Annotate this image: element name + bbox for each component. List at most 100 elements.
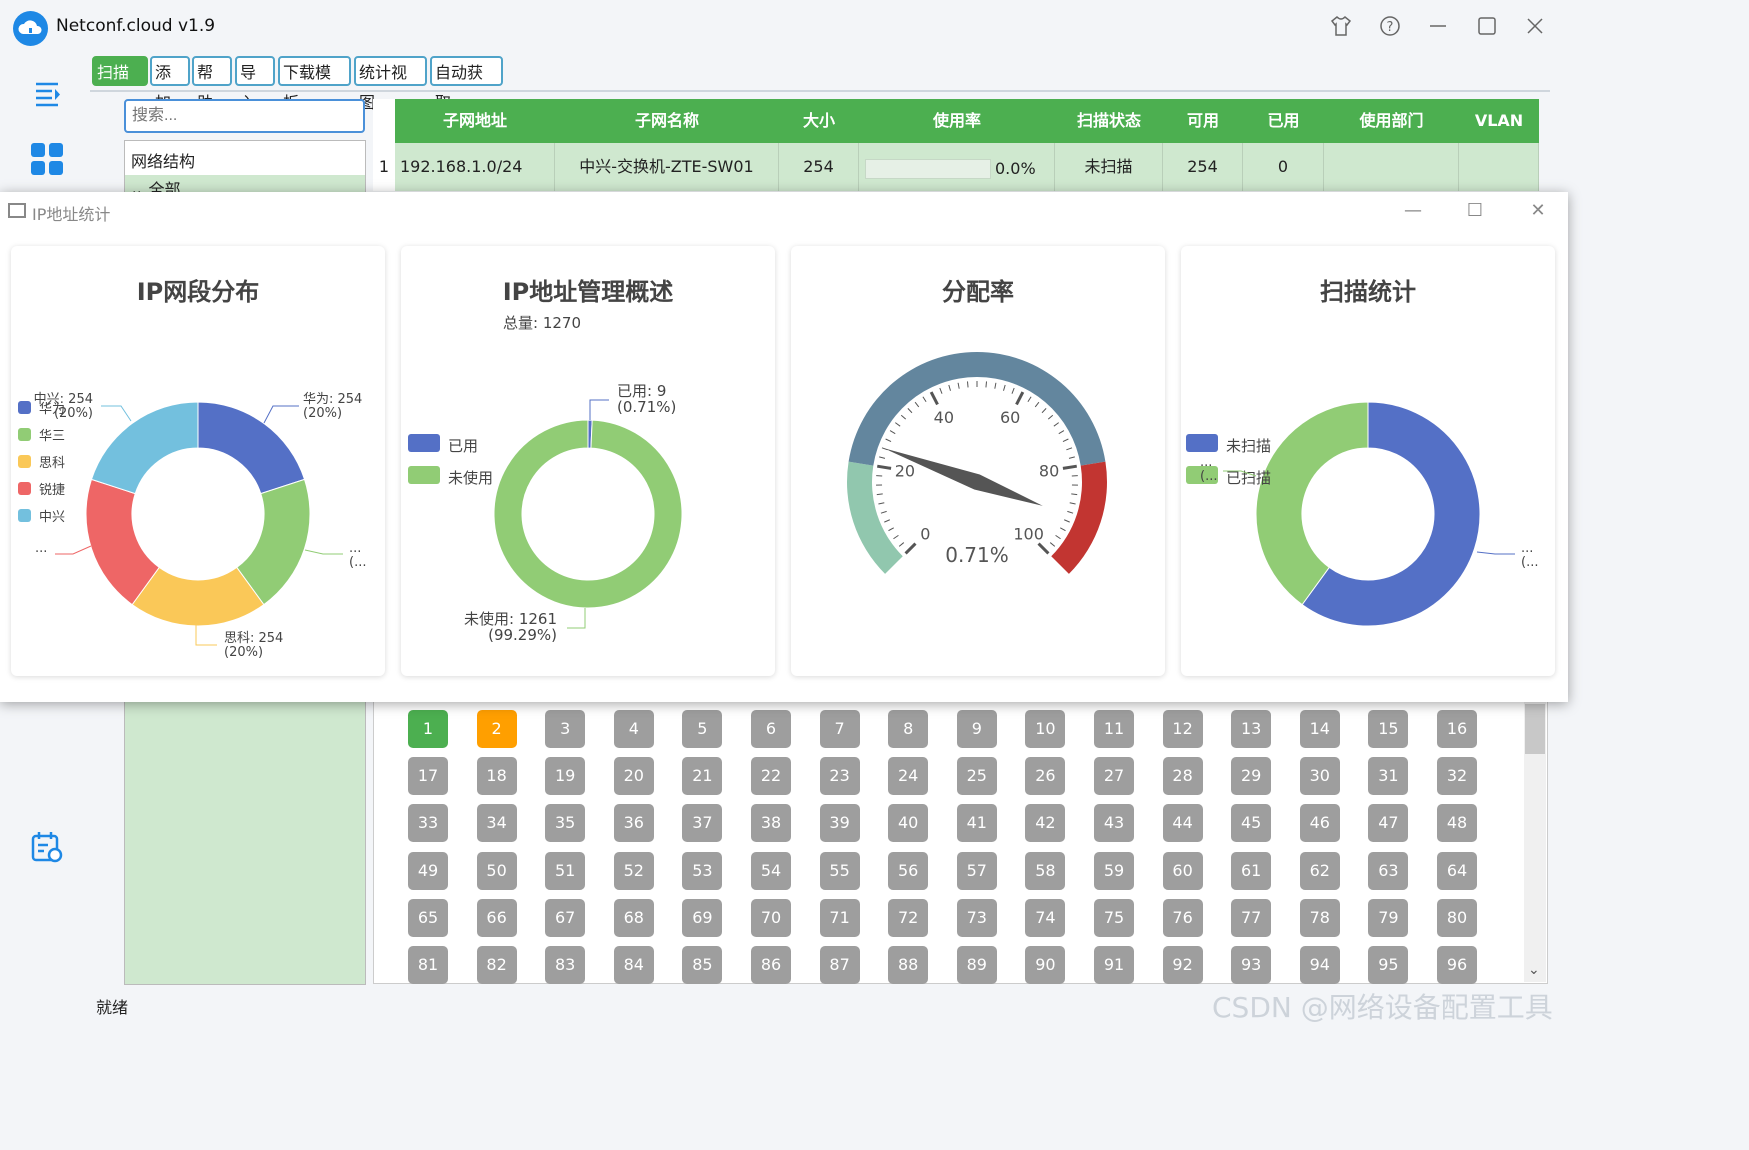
auto-fetch-button[interactable]: 自动获取	[430, 56, 503, 112]
ip-cell[interactable]: 56	[888, 851, 929, 890]
ip-cell[interactable]: 4	[613, 710, 654, 748]
minimize-icon[interactable]	[1425, 14, 1451, 40]
cell-scan-status[interactable]: 未扫描	[1055, 143, 1163, 191]
ip-cell[interactable]: 3	[545, 710, 586, 748]
ip-cell[interactable]: 86	[751, 946, 791, 984]
ip-cell[interactable]: 60	[1162, 851, 1203, 890]
ip-cell[interactable]: 68	[613, 898, 654, 937]
import-button[interactable]: 导入	[235, 56, 275, 112]
cell-usage[interactable]: 0.0%	[859, 143, 1055, 191]
ip-cell[interactable]: 10	[1025, 710, 1066, 748]
col-header-usage[interactable]: 使用率	[859, 99, 1055, 143]
help-button[interactable]: 帮助	[192, 56, 232, 112]
ip-cell[interactable]: 81	[408, 946, 448, 984]
ip-cell[interactable]: 34	[476, 804, 517, 843]
ip-cell[interactable]: 39	[819, 804, 860, 843]
ip-cell[interactable]: 76	[1162, 898, 1203, 937]
col-header-available[interactable]: 可用	[1163, 99, 1243, 143]
ip-cell[interactable]: 91	[1094, 946, 1134, 984]
ip-cell[interactable]: 78	[1299, 898, 1340, 937]
ip-cell[interactable]: 83	[545, 946, 586, 984]
help-icon[interactable]: ?	[1377, 14, 1403, 40]
ip-cell[interactable]: 22	[751, 757, 791, 796]
ip-cell[interactable]: 93	[1231, 946, 1272, 984]
ip-cell[interactable]: 80	[1437, 898, 1477, 937]
maximize-icon[interactable]	[1474, 14, 1500, 40]
ip-cell[interactable]: 59	[1094, 851, 1134, 890]
ip-cell[interactable]: 55	[819, 851, 860, 890]
col-header-used[interactable]: 已用	[1243, 99, 1324, 143]
cell-vlan[interactable]	[1459, 143, 1539, 191]
ip-cell[interactable]: 72	[888, 898, 929, 937]
col-header-name[interactable]: 子网名称	[555, 99, 779, 143]
ip-cell[interactable]: 51	[545, 851, 586, 890]
ip-cell[interactable]: 14	[1299, 710, 1340, 748]
ip-cell[interactable]: 52	[613, 851, 654, 890]
ip-cell[interactable]: 95	[1368, 946, 1409, 984]
maximize-icon[interactable]: ☐	[1460, 196, 1490, 226]
ip-cell[interactable]: 77	[1231, 898, 1272, 937]
ip-cell[interactable]: 11	[1094, 710, 1134, 748]
ip-cell[interactable]: 89	[956, 946, 997, 984]
ip-cell[interactable]: 17	[408, 757, 448, 796]
ip-cell[interactable]: 90	[1025, 946, 1066, 984]
ip-cell[interactable]: 66	[476, 898, 517, 937]
ip-cell[interactable]: 85	[682, 946, 723, 984]
ip-cell[interactable]: 73	[956, 898, 997, 937]
download-template-button[interactable]: 下载模板	[278, 56, 351, 112]
ip-cell[interactable]: 47	[1368, 804, 1409, 843]
ip-cell[interactable]: 82	[476, 946, 517, 984]
ip-cell[interactable]: 58	[1025, 851, 1066, 890]
ip-cell[interactable]: 8	[888, 710, 929, 748]
ip-cell[interactable]: 37	[682, 804, 723, 843]
dashboard-icon[interactable]	[30, 142, 64, 176]
ip-cell[interactable]: 62	[1299, 851, 1340, 890]
ip-cell[interactable]: 27	[1094, 757, 1134, 796]
ip-cell[interactable]: 36	[613, 804, 654, 843]
ip-cell[interactable]: 48	[1437, 804, 1477, 843]
ip-cell[interactable]: 88	[888, 946, 929, 984]
cell-used[interactable]: 0	[1243, 143, 1324, 191]
ip-cell[interactable]: 64	[1437, 851, 1477, 890]
ip-cell[interactable]: 67	[545, 898, 586, 937]
ip-cell[interactable]: 75	[1094, 898, 1134, 937]
cell-available[interactable]: 254	[1163, 143, 1243, 191]
ip-cell[interactable]: 30	[1299, 757, 1340, 796]
ip-cell[interactable]: 6	[751, 710, 791, 748]
scroll-down-icon[interactable]: ⌄	[1528, 962, 1540, 978]
ip-cell[interactable]: 13	[1231, 710, 1272, 748]
ip-cell[interactable]: 7	[819, 710, 860, 748]
scrollbar-thumb[interactable]	[1525, 704, 1545, 754]
ip-cell[interactable]: 44	[1162, 804, 1203, 843]
ip-cell[interactable]: 16	[1437, 710, 1477, 748]
search-input[interactable]	[124, 99, 365, 133]
ip-cell[interactable]: 25	[956, 757, 997, 796]
ip-cell[interactable]: 87	[819, 946, 860, 984]
ip-cell[interactable]: 61	[1231, 851, 1272, 890]
ip-cell[interactable]: 5	[682, 710, 723, 748]
ip-cell[interactable]: 63	[1368, 851, 1409, 890]
ip-cell[interactable]: 24	[888, 757, 929, 796]
ip-cell[interactable]: 94	[1299, 946, 1340, 984]
ip-cell[interactable]: 53	[682, 851, 723, 890]
skin-icon[interactable]	[1328, 14, 1354, 40]
ip-cell[interactable]: 74	[1025, 898, 1066, 937]
ip-cell[interactable]: 96	[1437, 946, 1477, 984]
col-header-subnet[interactable]: 子网地址	[395, 99, 555, 143]
calendar-clock-icon[interactable]	[30, 830, 64, 864]
close-icon[interactable]: ✕	[1523, 196, 1553, 226]
ip-cell[interactable]: 38	[751, 804, 791, 843]
ip-cell[interactable]: 19	[545, 757, 586, 796]
col-header-size[interactable]: 大小	[779, 99, 859, 143]
col-header-scan-status[interactable]: 扫描状态	[1055, 99, 1163, 143]
ip-cell[interactable]: 28	[1162, 757, 1203, 796]
ip-cell[interactable]: 21	[682, 757, 723, 796]
minimize-icon[interactable]: —	[1398, 196, 1428, 226]
statistics-view-button[interactable]: 统计视图	[354, 56, 427, 112]
ip-cell[interactable]: 65	[408, 898, 448, 937]
ip-cell[interactable]: 54	[751, 851, 791, 890]
ip-cell[interactable]: 49	[408, 851, 448, 890]
cell-subnet[interactable]: 192.168.1.0/24	[395, 143, 555, 191]
ip-cell[interactable]: 32	[1437, 757, 1477, 796]
ip-cell[interactable]: 45	[1231, 804, 1272, 843]
